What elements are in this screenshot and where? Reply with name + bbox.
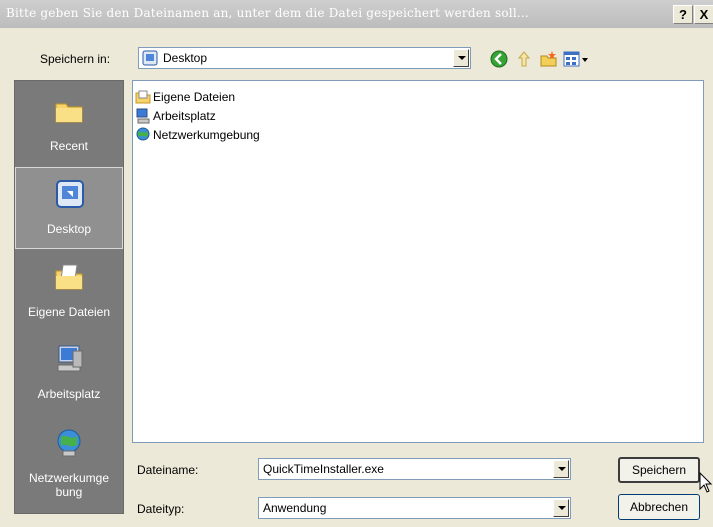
my-documents-icon xyxy=(55,264,83,290)
network-icon xyxy=(136,127,150,141)
place-my-documents[interactable]: Eigene Dateien xyxy=(15,251,123,333)
filename-label: Dateiname: xyxy=(137,463,199,477)
help-button[interactable]: ? xyxy=(673,5,693,24)
recent-folder-icon xyxy=(55,103,83,123)
filetype-value: Anwendung xyxy=(263,501,327,515)
place-my-documents-label: Eigene Dateien xyxy=(27,305,111,319)
location-value: Desktop xyxy=(163,51,208,65)
list-item-label: Netzwerkumgebung xyxy=(153,128,260,142)
place-my-computer[interactable]: Arbeitsplatz xyxy=(15,333,123,415)
desktop-icon xyxy=(56,180,84,208)
location-combo[interactable]: Desktop xyxy=(138,47,471,69)
filename-value: QuickTimeInstaller.exe xyxy=(263,462,384,476)
filetype-dropdown-arrow[interactable] xyxy=(553,499,569,517)
place-recent-label: Recent xyxy=(49,139,89,153)
filename-dropdown-arrow[interactable] xyxy=(553,460,569,478)
close-button[interactable]: X xyxy=(694,5,713,24)
network-icon xyxy=(57,429,81,457)
computer-icon xyxy=(136,108,150,124)
filetype-select[interactable]: Anwendung xyxy=(258,497,571,519)
place-network[interactable]: Netzwerkumge bung xyxy=(15,417,123,513)
place-network-label: Netzwerkumge bung xyxy=(28,471,110,499)
save-button[interactable]: Speichern xyxy=(618,457,700,483)
save-dialog: Bitte geben Sie den Dateinamen an, unter… xyxy=(0,0,713,527)
view-menu-icon[interactable] xyxy=(563,50,589,68)
location-dropdown-arrow[interactable] xyxy=(453,49,469,67)
save-in-label: Speichern in: xyxy=(40,52,111,66)
mouse-cursor-icon xyxy=(699,472,713,493)
place-my-computer-label: Arbeitsplatz xyxy=(37,387,101,401)
new-folder-icon[interactable] xyxy=(540,50,558,68)
documents-folder-icon xyxy=(135,90,151,104)
place-desktop[interactable]: Desktop xyxy=(15,167,123,249)
file-list: Eigene Dateien Arbeitsplatz Netzwerkumge… xyxy=(132,80,704,443)
title-bar: Bitte geben Sie den Dateinamen an, unter… xyxy=(0,0,713,28)
place-recent[interactable]: Recent xyxy=(15,85,123,167)
desktop-small-icon xyxy=(142,50,158,66)
back-icon[interactable] xyxy=(490,50,508,68)
cancel-button[interactable]: Abbrechen xyxy=(618,494,700,520)
places-bar: Recent Desktop Eigene Dateien Arbeitspla… xyxy=(14,80,124,514)
filetype-label: Dateityp: xyxy=(137,502,185,516)
my-computer-icon xyxy=(57,345,83,372)
window-title: Bitte geben Sie den Dateinamen an, unter… xyxy=(6,6,529,20)
list-item-label: Eigene Dateien xyxy=(153,90,236,104)
filename-input[interactable]: QuickTimeInstaller.exe xyxy=(258,458,571,480)
place-desktop-label: Desktop xyxy=(46,222,92,236)
list-item-label: Arbeitsplatz xyxy=(153,109,216,123)
up-folder-icon[interactable] xyxy=(515,50,533,68)
